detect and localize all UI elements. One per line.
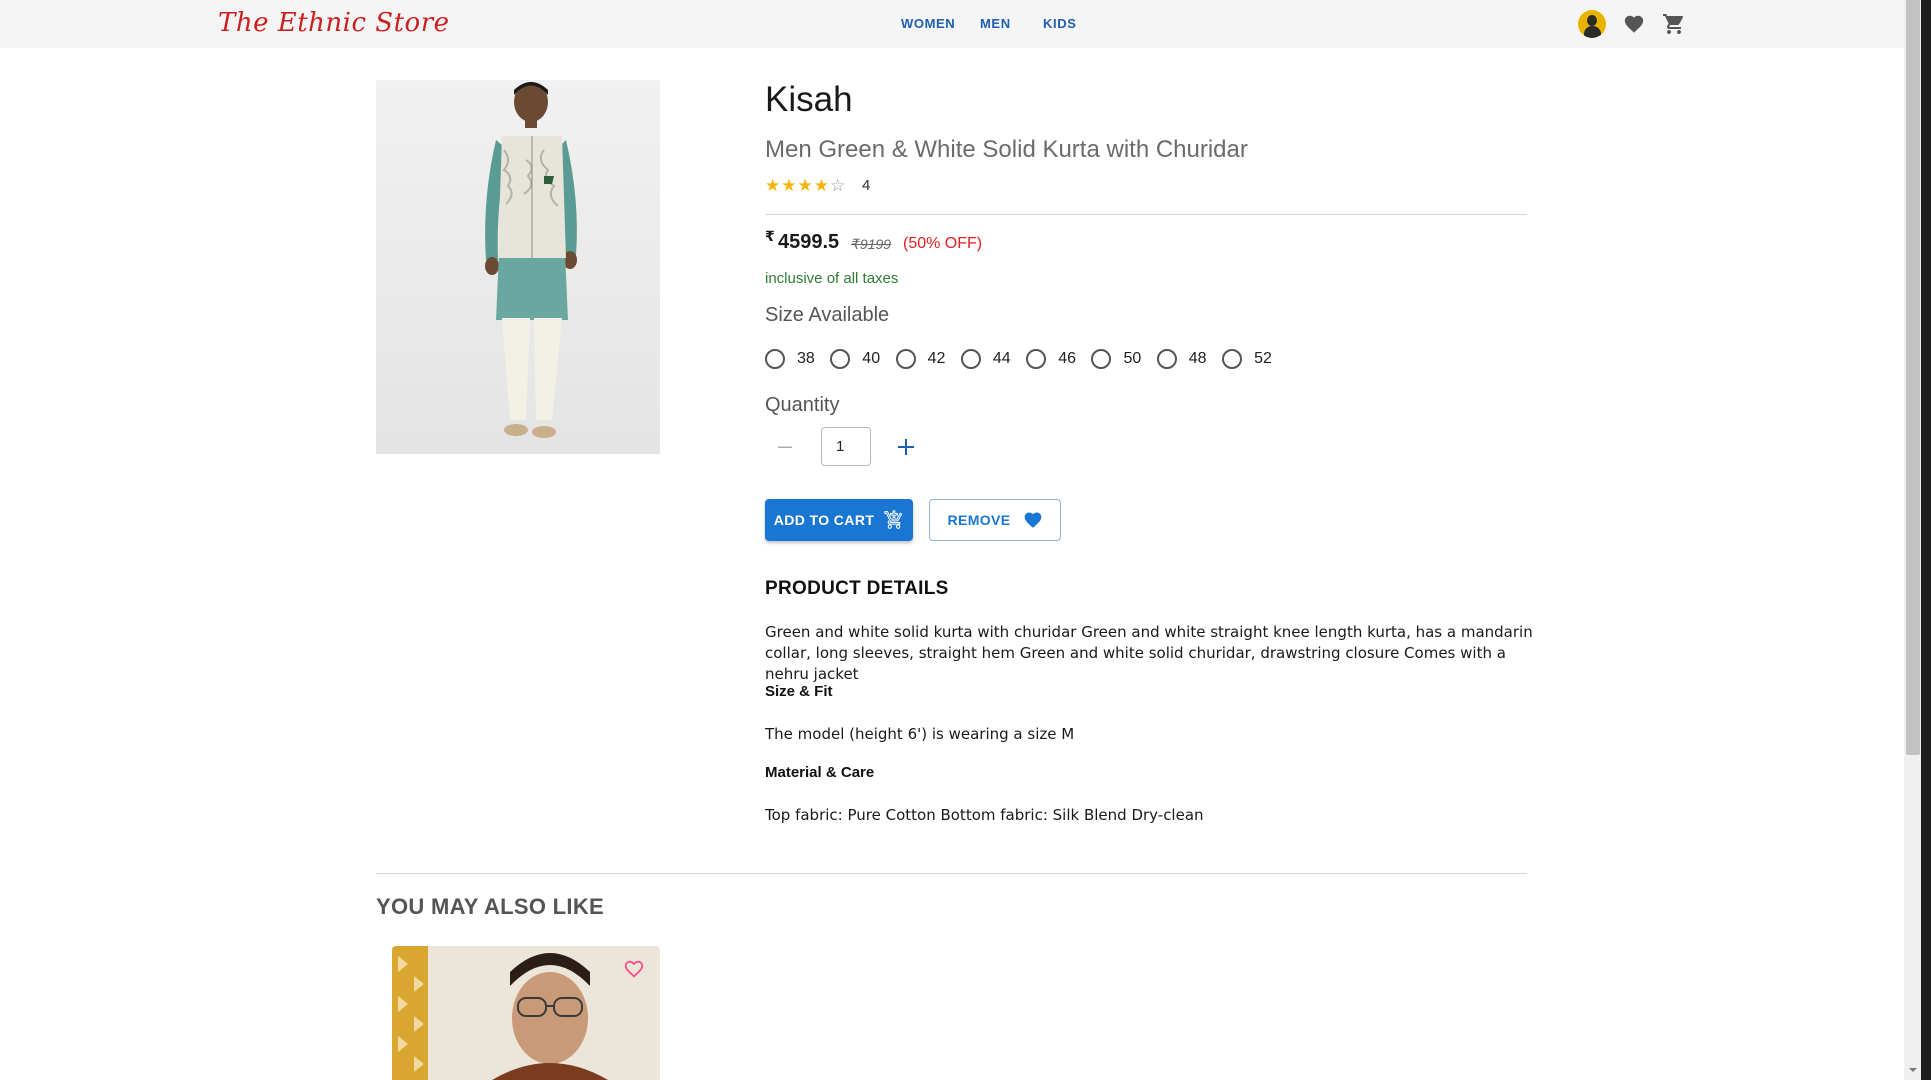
size-label: 52	[1254, 350, 1272, 367]
heart-icon[interactable]	[1623, 13, 1645, 35]
model-illustration	[485, 82, 577, 438]
size-option[interactable]: 46	[1026, 349, 1091, 369]
size-fit-text: The model (height 6') is wearing a size …	[765, 725, 1075, 743]
remove-wishlist-button[interactable]: REMOVE	[929, 499, 1061, 541]
top-navbar: The Ethnic Store WOMEN MEN KIDS	[0, 0, 1904, 48]
divider	[376, 873, 1527, 874]
decrease-quantity-button[interactable]	[776, 435, 794, 459]
size-label: 44	[992, 350, 1011, 367]
store-logo[interactable]: The Ethnic Store	[218, 8, 450, 38]
recommendation-card[interactable]	[392, 946, 660, 1080]
recommendations-title: YOU MAY ALSO LIKE	[376, 894, 604, 919]
radio-button[interactable]	[1091, 349, 1112, 369]
radio-button[interactable]	[960, 349, 981, 369]
avatar-body-shape	[1584, 26, 1601, 38]
remove-label: REMOVE	[947, 512, 1011, 528]
original-price: ₹9199	[851, 236, 892, 252]
rating-stars: ★ ★ ★ ★ ☆	[765, 176, 845, 196]
size-option[interactable]: 52	[1222, 349, 1287, 369]
nav-kids[interactable]: KIDS	[1043, 16, 1076, 31]
size-options: 38 40 42 44 46 50 48 52	[765, 349, 1287, 369]
star-icon: ★	[797, 176, 813, 195]
size-fit-title: Size & Fit	[765, 683, 833, 700]
radio-button[interactable]	[765, 349, 785, 369]
window-edge	[1921, 0, 1931, 1080]
product-name: Men Green & White Solid Kurta with Churi…	[765, 136, 1248, 163]
nav-women[interactable]: WOMEN	[901, 16, 955, 31]
product-details-title: PRODUCT DETAILS	[765, 578, 949, 599]
quantity-input[interactable]	[821, 427, 871, 466]
size-label: 50	[1123, 350, 1142, 367]
material-care-text: Top fabric: Pure Cotton Bottom fabric: S…	[765, 806, 1204, 824]
radio-button[interactable]	[1222, 349, 1243, 369]
size-option[interactable]: 48	[1156, 349, 1222, 369]
product-description: Green and white solid kurta with churida…	[765, 623, 1533, 683]
minus-icon	[778, 446, 792, 448]
wishlist-heart-icon[interactable]	[623, 958, 645, 980]
star-icon: ★	[813, 176, 829, 195]
size-option[interactable]: 42	[895, 349, 961, 369]
product-brand: Kisah	[765, 80, 853, 119]
size-label: 46	[1058, 350, 1076, 367]
size-title: Size Available	[765, 304, 890, 326]
radio-button[interactable]	[830, 349, 851, 369]
add-shopping-cart-icon	[884, 510, 903, 529]
size-option[interactable]: 40	[830, 349, 895, 369]
radio-button[interactable]	[895, 349, 916, 369]
rating-value: 4	[862, 177, 871, 194]
plus-icon	[898, 439, 914, 455]
size-option[interactable]: 50	[1091, 349, 1156, 369]
avatar-head-shape	[1587, 15, 1597, 26]
size-label: 38	[797, 350, 815, 367]
scrollbar-thumb[interactable]	[1906, 0, 1920, 755]
star-icon: ★	[781, 176, 797, 195]
cart-icon[interactable]	[1662, 12, 1686, 36]
recommendation-image	[392, 946, 660, 1080]
star-icon: ★	[765, 176, 781, 195]
add-to-cart-label: ADD TO CART	[773, 512, 875, 528]
star-empty-icon: ☆	[830, 176, 846, 195]
product-price: 4599.5	[778, 231, 840, 253]
discount-badge: (50% OFF)	[903, 235, 983, 252]
increase-quantity-button[interactable]	[895, 433, 917, 461]
product-image[interactable]	[376, 80, 660, 454]
size-label: 48	[1188, 350, 1207, 367]
size-option[interactable]: 44	[960, 349, 1026, 369]
currency-symbol: ₹	[765, 228, 775, 244]
add-to-cart-button[interactable]: ADD TO CART	[765, 499, 913, 541]
material-care-title: Material & Care	[765, 764, 875, 781]
avatar[interactable]	[1578, 10, 1606, 38]
radio-button[interactable]	[1026, 349, 1047, 369]
divider	[765, 214, 1527, 215]
scroll-down-arrow-icon[interactable]	[1906, 1063, 1920, 1077]
size-label: 42	[927, 350, 946, 367]
taxes-note: inclusive of all taxes	[765, 270, 899, 287]
heart-filled-icon	[1024, 512, 1041, 528]
radio-button[interactable]	[1156, 349, 1177, 369]
quantity-title: Quantity	[765, 394, 840, 416]
size-option[interactable]: 38	[765, 349, 830, 369]
size-label: 40	[862, 350, 881, 367]
nav-men[interactable]: MEN	[980, 16, 1011, 31]
